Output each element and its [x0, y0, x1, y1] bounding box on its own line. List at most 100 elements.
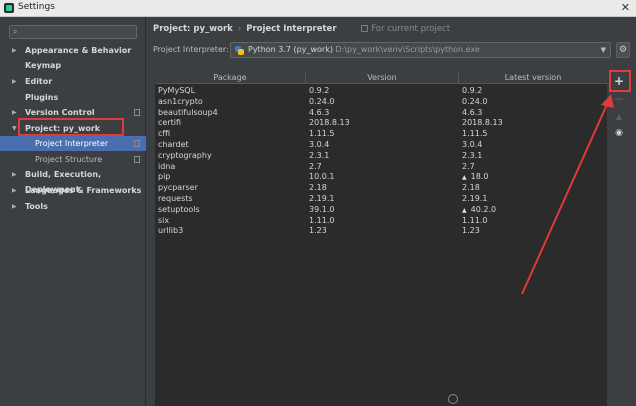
- table-row[interactable]: asn1crypto 0.24.0 0.24.0: [155, 97, 607, 108]
- interpreter-row: Project Interpreter: Python 3.7 (py_work…: [153, 42, 630, 58]
- settings-main-panel: Project: py_work › Project Interpreter For…: [147, 17, 636, 406]
- package-version: 4.6.3: [309, 107, 330, 117]
- table-row[interactable]: pip 10.0.1 ▲ 18.0: [155, 172, 607, 183]
- scope-note-text: For current project: [371, 24, 451, 34]
- chevron-right-icon: ▶: [12, 109, 17, 116]
- breadcrumb-project: Project: py_work: [153, 24, 233, 34]
- column-header-latest-version[interactable]: Latest version: [459, 72, 607, 84]
- close-icon[interactable]: ✕: [621, 1, 630, 14]
- package-name: beautifulsoup4: [158, 107, 218, 117]
- table-row[interactable]: beautifulsoup4 4.6.3 4.6.3: [155, 108, 607, 119]
- chevron-down-icon: ▼: [12, 125, 17, 132]
- table-row[interactable]: urllib3 1.23 1.23: [155, 226, 607, 237]
- sidebar-item-label: Editor: [25, 77, 53, 86]
- package-version: 1.11.0: [309, 215, 335, 225]
- package-name: urllib3: [158, 226, 184, 236]
- window-title: Settings: [18, 2, 55, 12]
- upgrade-available-icon: ▲: [462, 206, 467, 214]
- chevron-right-icon: ▶: [12, 47, 17, 54]
- watermark: [440, 392, 636, 406]
- latest-version-text: 2018.8.13: [462, 118, 503, 128]
- breadcrumb-page: Project Interpreter: [246, 24, 337, 34]
- package-latest-version: 1.23: [462, 226, 480, 237]
- column-header-version[interactable]: Version: [306, 72, 459, 84]
- breadcrumb-separator: ›: [237, 24, 242, 34]
- table-row[interactable]: cffi 1.11.5 1.11.5: [155, 129, 607, 140]
- project-scope-icon: [134, 109, 140, 116]
- gear-icon[interactable]: ⚙: [616, 42, 630, 58]
- table-row[interactable]: requests 2.19.1 2.19.1: [155, 194, 607, 205]
- watermark-logo-icon: [448, 394, 458, 404]
- package-version: 1.23: [309, 226, 327, 236]
- annotation-highlight-box: [18, 118, 124, 136]
- search-icon: ⌕: [13, 27, 18, 36]
- latest-version-text: 1.11.0: [462, 215, 488, 225]
- latest-version-text: 2.7: [462, 161, 475, 171]
- table-row[interactable]: chardet 3.0.4 3.0.4: [155, 140, 607, 151]
- sidebar-item-label: Project Interpreter: [35, 139, 109, 148]
- settings-sidebar: ⌕ ▶ Appearance & Behavior Keymap ▶ Edito…: [0, 17, 146, 406]
- latest-version-text: 40.2.0: [470, 204, 497, 214]
- remove-package-button[interactable]: −: [609, 90, 629, 108]
- sidebar-item-label: Plugins: [25, 93, 59, 102]
- sidebar-item-tools[interactable]: ▶ Tools: [0, 199, 146, 214]
- latest-version-text: 3.0.4: [462, 140, 483, 149]
- upgrade-available-icon: ▲: [462, 174, 467, 182]
- table-row[interactable]: setuptools 39.1.0 ▲ 40.2.0: [155, 205, 607, 216]
- sidebar-item-label: Project Structure: [35, 155, 103, 164]
- chevron-right-icon: ▶: [12, 187, 17, 194]
- sidebar-item-keymap[interactable]: Keymap: [0, 58, 146, 73]
- table-row[interactable]: PyMySQL 0.9.2 0.9.2: [155, 86, 607, 97]
- chevron-down-icon: ▼: [600, 46, 606, 54]
- breadcrumb: Project: py_work › Project Interpreter For…: [153, 24, 450, 36]
- pycharm-logo-icon: [4, 3, 14, 13]
- package-name: setuptools: [158, 204, 200, 214]
- sidebar-item-label: Appearance & Behavior: [25, 46, 132, 55]
- project-scope-icon: [361, 25, 369, 32]
- latest-version-text: 1.23: [462, 226, 480, 236]
- latest-version-text: 0.24.0: [462, 96, 488, 106]
- sidebar-item-build-execution[interactable]: ▶ Build, Execution, Deployment: [0, 167, 146, 194]
- package-version: 0.24.0: [309, 96, 335, 106]
- sidebar-item-appearance-behavior[interactable]: ▶ Appearance & Behavior: [0, 43, 146, 58]
- latest-version-text: 2.3.1: [462, 150, 483, 160]
- package-name: cryptography: [158, 150, 212, 160]
- package-version: 2018.8.13: [309, 118, 350, 128]
- table-row[interactable]: cryptography 2.3.1 2.3.1: [155, 151, 607, 162]
- interpreter-label: Project Interpreter:: [153, 45, 229, 54]
- column-header-package[interactable]: Package: [155, 72, 306, 84]
- table-row[interactable]: idna 2.7 2.7: [155, 162, 607, 173]
- sidebar-item-languages-frameworks[interactable]: ▶ Languages & Frameworks: [0, 183, 146, 198]
- latest-version-text: 4.6.3: [462, 107, 483, 117]
- package-latest-version: 4.6.3: [462, 108, 482, 119]
- package-name: cffi: [158, 129, 171, 139]
- package-latest-version: 0.9.2: [462, 86, 482, 97]
- table-header: Package Version Latest version: [155, 72, 607, 84]
- package-version: 2.18: [309, 183, 327, 193]
- settings-search-input[interactable]: ⌕: [9, 25, 137, 39]
- package-version: 2.7: [309, 161, 322, 171]
- interpreter-select[interactable]: Python 3.7 (py_work) D:\py_work\venv\Scr…: [230, 42, 611, 58]
- latest-version-text: 2.19.1: [462, 194, 488, 203]
- sidebar-item-project-interpreter[interactable]: Project Interpreter: [0, 136, 146, 151]
- package-name: requests: [158, 194, 193, 203]
- package-latest-version: 1.11.0: [462, 216, 487, 227]
- scope-note: For current project: [361, 24, 450, 34]
- sidebar-item-project-structure[interactable]: Project Structure: [0, 152, 146, 167]
- table-row[interactable]: six 1.11.0 1.11.0: [155, 216, 607, 227]
- sidebar-item-plugins[interactable]: Plugins: [0, 90, 146, 105]
- latest-version-text: 2.18: [462, 183, 480, 193]
- table-row[interactable]: pycparser 2.18 2.18: [155, 183, 607, 194]
- package-name: six: [158, 215, 170, 225]
- package-latest-version: 0.24.0: [462, 97, 487, 108]
- package-latest-version: 2.18: [462, 183, 480, 194]
- table-row[interactable]: certifi 2018.8.13 2018.8.13: [155, 118, 607, 129]
- package-version: 0.9.2: [309, 86, 330, 95]
- sidebar-item-editor[interactable]: ▶ Editor: [0, 74, 146, 89]
- package-name: pycparser: [158, 183, 198, 193]
- interpreter-value: Python 3.7 (py_work) D:\py_work\venv\Scr…: [248, 45, 480, 54]
- package-latest-version: 2018.8.13: [462, 118, 503, 129]
- package-version: 2.3.1: [309, 150, 330, 160]
- eye-icon[interactable]: ◉: [609, 124, 629, 142]
- latest-version-text: 1.11.5: [462, 129, 488, 139]
